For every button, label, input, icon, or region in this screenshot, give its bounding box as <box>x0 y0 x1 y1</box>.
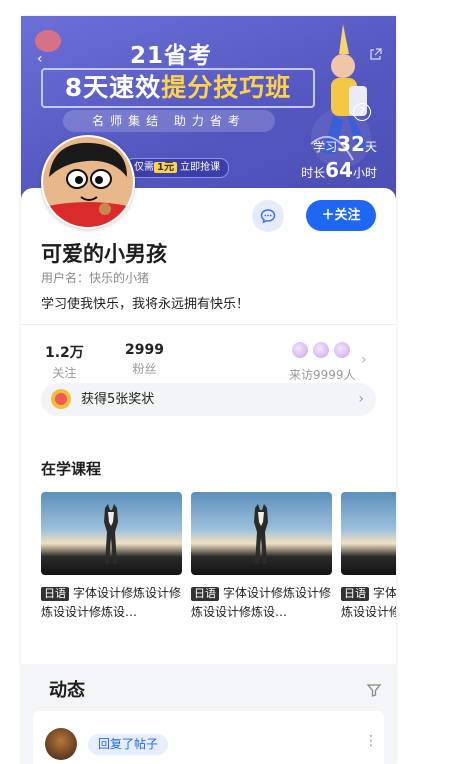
study-days-unit: 天 <box>364 140 377 154</box>
profile-username: 用户名：快乐的小猪 <box>41 271 150 285</box>
following-count: 1.2万 <box>45 345 84 361</box>
divider <box>21 324 396 325</box>
course-card[interactable]: 日语字体设计修炼设计修炼设设计修炼设… <box>41 492 182 622</box>
study-hours: 时长64小时 <box>301 158 377 182</box>
post-avatar[interactable] <box>45 728 77 760</box>
study-days-label: 学习 <box>313 140 338 154</box>
course-title: 日语字体设计修炼设计修炼设设计修炼设… <box>191 584 332 622</box>
course-thumbnail <box>191 492 332 575</box>
post-action-chip: 回复了帖子 <box>88 734 169 755</box>
price-prefix: 仅需 <box>134 162 154 173</box>
profile-signature: 学习使我快乐，我将永远拥有快乐！ <box>41 297 250 312</box>
husky-image <box>104 504 118 564</box>
price-cta: 立即抢课 <box>180 162 221 173</box>
study-hours-value: 64 <box>325 158 353 182</box>
banner-title-part2: 提分技巧班 <box>161 73 292 102</box>
study-hours-unit: 小时 <box>352 166 377 180</box>
avatar-image <box>43 137 133 227</box>
course-tag: 日语 <box>341 587 369 601</box>
chat-bubble-icon <box>260 209 276 224</box>
followers-count: 2999 <box>125 342 164 358</box>
visitor-avatar <box>333 341 352 359</box>
banner-title-part1: 8天速效 <box>64 73 162 102</box>
plus-icon: ＋ <box>321 208 335 223</box>
course-tag: 日语 <box>191 587 219 601</box>
study-hours-label: 时长 <box>301 166 326 180</box>
message-button[interactable] <box>252 200 284 232</box>
courses-section-title: 在学课程 <box>41 460 102 478</box>
follow-button[interactable]: ＋关注 <box>306 200 376 231</box>
award-text: 获得5张奖状 <box>81 392 155 407</box>
chevron-right-icon: › <box>358 391 364 407</box>
visitor-avatar <box>291 341 309 359</box>
husky-image <box>254 504 268 564</box>
filter-icon[interactable] <box>366 682 382 702</box>
avatar[interactable] <box>41 135 135 229</box>
following-label: 关注 <box>52 366 77 380</box>
feed-post[interactable]: 回复了帖子 ⋮ <box>33 711 384 764</box>
banner-price-pill[interactable]: 仅需 1元 立即抢课 <box>125 158 230 178</box>
chevron-right-icon[interactable]: › <box>361 352 367 368</box>
follow-label: 关注 <box>334 208 361 223</box>
study-days-value: 32 <box>337 132 365 156</box>
course-tag: 日语 <box>41 587 69 601</box>
course-thumbnail <box>341 492 396 575</box>
price-value: 1元 <box>154 162 177 173</box>
feed-title: 动态 <box>49 680 85 701</box>
banner-title-line2: 8天速效提分技巧班 <box>41 68 315 108</box>
more-icon[interactable]: ⋮ <box>364 733 378 749</box>
followers-label: 粉丝 <box>132 362 157 376</box>
course-card[interactable]: 日语字体设计修炼设计修炼设设计修炼设… <box>191 492 332 622</box>
course-thumbnail <box>41 492 182 575</box>
banner-slogan: 名师集结 助力省考 <box>63 110 275 132</box>
medal-icon <box>51 389 71 409</box>
course-title: 日语字体设计修炼设计修炼设设计修炼设… <box>341 584 396 622</box>
banner-title-line1: 21省考 <box>129 43 212 69</box>
course-card[interactable]: 日语字体设计修炼设计修炼设设计修炼设… <box>341 492 396 622</box>
visitor-avatar <box>312 341 331 359</box>
app-screen: ‹ 21省考 8天速效提分技巧班 名师集结 助力省考 仅需 1元 立即抢课 ? 学… <box>21 16 396 764</box>
profile-name: 可爱的小男孩 <box>41 242 167 266</box>
study-days: 学习32天 <box>313 132 377 156</box>
award-row[interactable]: 获得5张奖状 › <box>41 383 376 416</box>
help-icon[interactable]: ? <box>353 103 371 121</box>
following-stat[interactable]: 1.2万 关注 <box>45 342 84 381</box>
followers-stat[interactable]: 2999 粉丝 <box>125 342 164 377</box>
visitor-avatars[interactable] <box>291 341 352 363</box>
course-title: 日语字体设计修炼设计修炼设设计修炼设… <box>41 584 182 622</box>
visitors-count[interactable]: 来访9999人 <box>289 366 356 383</box>
